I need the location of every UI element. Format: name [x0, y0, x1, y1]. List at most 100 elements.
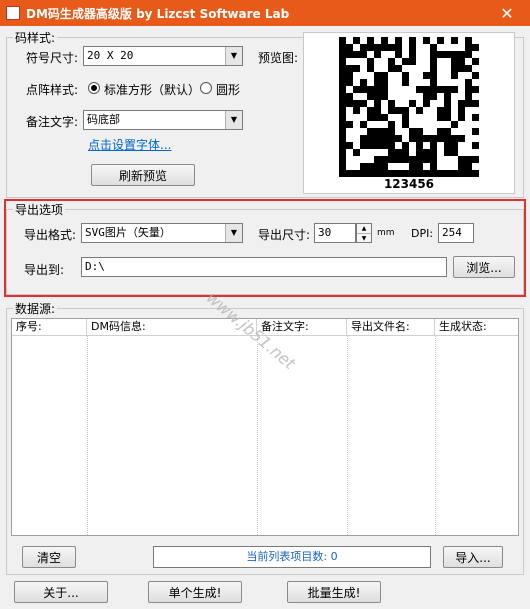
window-title: DM码生成器高级版 by Lizcst Software Lab: [26, 7, 290, 21]
matrix-module: [451, 58, 458, 65]
column-header-filename[interactable]: 导出文件名:: [347, 319, 435, 335]
column-divider: [347, 335, 348, 535]
matrix-module: [472, 156, 479, 163]
app-icon: [6, 6, 20, 20]
matrix-module: [430, 156, 437, 163]
matrix-module: [339, 156, 346, 163]
matrix-module: [465, 170, 472, 177]
radio-circle-label[interactable]: 圆形: [216, 81, 240, 98]
matrix-module: [381, 156, 388, 163]
matrix-module: [437, 135, 444, 142]
matrix-module: [388, 128, 395, 135]
matrix-module: [367, 37, 374, 44]
symbol-size-label: 符号尺寸:: [26, 51, 79, 65]
matrix-module: [381, 44, 388, 51]
matrix-module: [402, 79, 409, 86]
export-format-select[interactable]: SVG图片（矢量） ▼: [81, 223, 243, 243]
matrix-module: [416, 149, 423, 156]
refresh-preview-button[interactable]: 刷新预览: [91, 164, 195, 186]
font-settings-link[interactable]: 点击设置字体...: [88, 136, 171, 153]
single-generate-button[interactable]: 单个生成!: [148, 581, 242, 603]
matrix-module: [465, 37, 472, 44]
matrix-module: [451, 65, 458, 72]
matrix-module: [339, 135, 346, 142]
matrix-module: [360, 51, 367, 58]
column-header-note[interactable]: 备注文字:: [257, 319, 347, 335]
chevron-down-icon[interactable]: ▼: [225, 111, 242, 129]
symbol-size-value: 20 X 20: [87, 49, 134, 62]
batch-generate-button[interactable]: 批量生成!: [287, 581, 381, 603]
matrix-module: [367, 65, 374, 72]
export-size-spinner[interactable]: ▲ ▼: [356, 223, 372, 243]
matrix-module: [346, 72, 353, 79]
matrix-module: [465, 44, 472, 51]
matrix-module: [360, 142, 367, 149]
chevron-down-icon[interactable]: ▼: [225, 47, 242, 65]
matrix-module: [388, 65, 395, 72]
matrix-module: [437, 107, 444, 114]
radio-square[interactable]: [88, 82, 100, 94]
matrix-module: [360, 135, 367, 142]
matrix-module: [465, 51, 472, 58]
radio-square-label[interactable]: 标准方形（默认）: [104, 81, 200, 98]
dpi-input[interactable]: 254: [438, 223, 474, 243]
close-icon[interactable]: ✕: [484, 0, 530, 26]
matrix-module: [458, 51, 465, 58]
preview-panel: 123456: [303, 32, 515, 194]
matrix-module: [472, 58, 479, 65]
matrix-module: [388, 58, 395, 65]
matrix-module: [416, 128, 423, 135]
matrix-module: [437, 114, 444, 121]
matrix-module: [472, 170, 479, 177]
about-button[interactable]: 关于...: [14, 581, 108, 603]
matrix-module: [367, 58, 374, 65]
export-path-input[interactable]: D:\: [81, 257, 447, 277]
spin-down-icon[interactable]: ▼: [357, 234, 371, 243]
column-header-index[interactable]: 序号:: [12, 319, 87, 335]
matrix-module: [374, 170, 381, 177]
matrix-module: [402, 114, 409, 121]
matrix-module: [430, 58, 437, 65]
matrix-module: [458, 58, 465, 65]
note-text-select[interactable]: 码底部 ▼: [83, 110, 243, 130]
matrix-module: [423, 37, 430, 44]
dot-style-label: 点阵样式:: [26, 83, 79, 97]
clear-button[interactable]: 清空: [22, 546, 76, 568]
radio-circle[interactable]: [200, 82, 212, 94]
matrix-module: [374, 107, 381, 114]
matrix-module: [339, 37, 346, 44]
matrix-module: [430, 170, 437, 177]
matrix-module: [374, 72, 381, 79]
matrix-module: [367, 86, 374, 93]
matrix-module: [353, 65, 360, 72]
spin-up-icon[interactable]: ▲: [357, 224, 371, 234]
matrix-module: [346, 142, 353, 149]
chevron-down-icon[interactable]: ▼: [225, 224, 242, 242]
matrix-module: [339, 72, 346, 79]
note-text-value: 码底部: [87, 113, 120, 126]
matrix-module: [437, 86, 444, 93]
export-size-label: 导出尺寸:: [258, 228, 311, 242]
matrix-module: [353, 170, 360, 177]
matrix-module: [444, 100, 451, 107]
matrix-module: [465, 86, 472, 93]
column-header-status[interactable]: 生成状态:: [435, 319, 518, 335]
matrix-module: [409, 58, 416, 65]
matrix-module: [423, 170, 430, 177]
symbol-size-select[interactable]: 20 X 20 ▼: [83, 46, 243, 66]
matrix-module: [465, 163, 472, 170]
matrix-module: [339, 121, 346, 128]
matrix-module: [444, 93, 451, 100]
matrix-module: [374, 100, 381, 107]
matrix-module: [367, 128, 374, 135]
browse-button[interactable]: 浏览...: [453, 256, 515, 278]
export-size-input[interactable]: 30: [314, 223, 356, 243]
matrix-module: [416, 156, 423, 163]
matrix-module: [388, 149, 395, 156]
import-button[interactable]: 导入...: [443, 546, 503, 568]
matrix-module: [409, 44, 416, 51]
matrix-module: [423, 93, 430, 100]
matrix-module: [444, 170, 451, 177]
matrix-module: [458, 65, 465, 72]
matrix-module: [416, 86, 423, 93]
